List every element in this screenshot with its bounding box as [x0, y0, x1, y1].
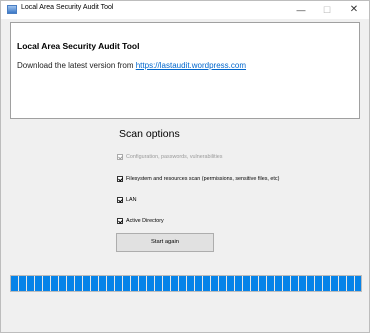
maximize-button[interactable]: ☐ [315, 1, 339, 19]
minimize-button[interactable]: — [289, 1, 313, 19]
window-app-icon [7, 5, 17, 14]
start-again-button[interactable]: Start again [116, 233, 214, 252]
download-link[interactable]: https://lastaudit.wordpress.com [136, 61, 246, 70]
download-line: Download the latest version from https:/… [17, 61, 246, 70]
scan-options-title: Scan options [119, 128, 180, 140]
info-panel: Local Area Security Audit Tool Download … [10, 22, 360, 119]
progress-bar [10, 275, 362, 292]
option-configuration-checkbox [117, 154, 123, 160]
option-filesystem-checkbox[interactable] [117, 176, 123, 182]
download-text: Download the latest version from [17, 61, 136, 70]
close-button[interactable]: ✕ [342, 1, 366, 19]
option-filesystem-label[interactable]: Filesystem and resources scan (permissio… [126, 176, 279, 182]
option-configuration-label: Configuration, passwords, vulnerabilitie… [126, 154, 223, 160]
option-lan-checkbox[interactable] [117, 197, 123, 203]
option-active-directory-checkbox[interactable] [117, 218, 123, 224]
progress-fill [11, 276, 361, 291]
option-active-directory-label[interactable]: Active Directory [126, 218, 164, 224]
main-window: Local Area Security Audit Tool — ☐ ✕ Loc… [0, 0, 370, 333]
window-title: Local Area Security Audit Tool [21, 4, 114, 11]
title-bar[interactable]: Local Area Security Audit Tool — ☐ ✕ [1, 1, 369, 19]
option-lan-label[interactable]: LAN [126, 197, 137, 203]
info-heading: Local Area Security Audit Tool [17, 41, 140, 51]
